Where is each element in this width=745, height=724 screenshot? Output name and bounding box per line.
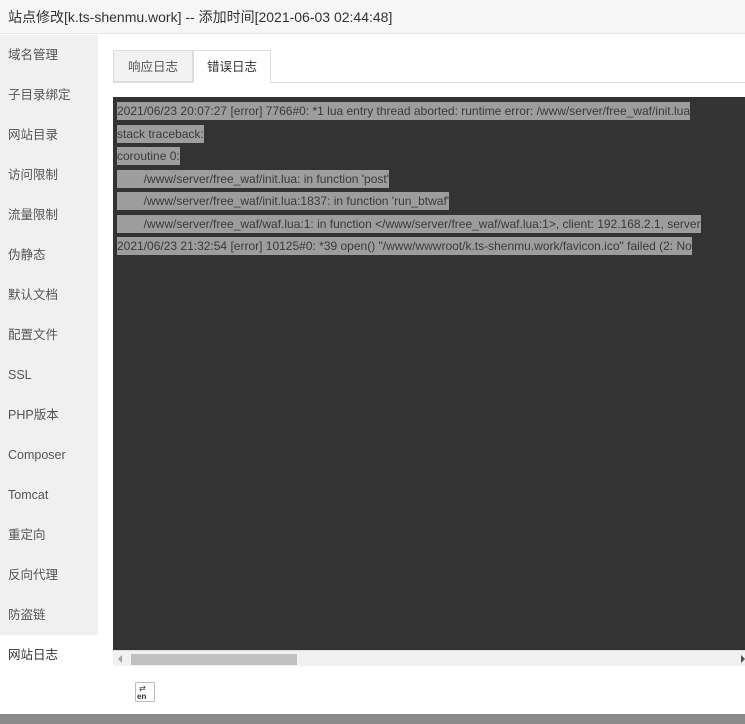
sidebar-item-ssl[interactable]: SSL xyxy=(0,355,98,395)
sidebar: 域名管理 子目录绑定 网站目录 访问限制 流量限制 伪静态 默认文档 配置文件 … xyxy=(0,35,98,675)
sidebar-item-hotlink-protection[interactable]: 防盗链 xyxy=(0,595,98,635)
sidebar-item-reverse-proxy[interactable]: 反向代理 xyxy=(0,555,98,595)
log-line: 2021/06/23 21:32:54 [error] 10125#0: *39… xyxy=(117,237,692,255)
log-line: 2021/06/23 20:07:27 [error] 7766#0: *1 l… xyxy=(117,102,690,120)
sidebar-item-access-restriction[interactable]: 访问限制 xyxy=(0,155,98,195)
scrollbar-thumb[interactable] xyxy=(131,654,297,665)
encoding-switch-button[interactable]: ⇄ en xyxy=(135,682,155,702)
sidebar-item-domain-management[interactable]: 域名管理 xyxy=(0,35,98,75)
error-log-viewer[interactable]: 2021/06/23 20:07:27 [error] 7766#0: *1 l… xyxy=(113,97,745,650)
tab-response-log[interactable]: 响应日志 xyxy=(113,50,193,82)
sidebar-item-site-directory[interactable]: 网站目录 xyxy=(0,115,98,155)
main-panel: 响应日志 错误日志 2021/06/23 20:07:27 [error] 77… xyxy=(98,35,745,675)
scroll-right-icon[interactable] xyxy=(741,655,745,663)
log-line: /www/server/free_waf/init.lua:1837: in f… xyxy=(117,192,450,210)
sidebar-item-subdirectory-binding[interactable]: 子目录绑定 xyxy=(0,75,98,115)
scroll-left-icon[interactable] xyxy=(118,655,122,663)
sidebar-item-redirect[interactable]: 重定向 xyxy=(0,515,98,555)
log-tabs: 响应日志 错误日志 xyxy=(113,50,745,83)
log-line: stack traceback: xyxy=(117,124,204,143)
encoding-label: en xyxy=(137,692,147,701)
tab-error-log[interactable]: 错误日志 xyxy=(193,50,271,83)
window-title: 站点修改[k.ts-shenmu.work] -- 添加时间[2021-06-0… xyxy=(8,9,393,25)
log-line: /www/server/free_waf/waf.lua:1: in funct… xyxy=(117,214,701,233)
sidebar-item-tomcat[interactable]: Tomcat xyxy=(0,475,98,515)
sidebar-item-default-document[interactable]: 默认文档 xyxy=(0,275,98,315)
log-line: coroutine 0: xyxy=(117,147,180,165)
sidebar-item-php-version[interactable]: PHP版本 xyxy=(0,395,98,435)
sidebar-item-url-rewrite[interactable]: 伪静态 xyxy=(0,235,98,275)
bottom-edge xyxy=(0,714,745,724)
sidebar-item-traffic-limit[interactable]: 流量限制 xyxy=(0,195,98,235)
sidebar-item-composer[interactable]: Composer xyxy=(0,435,98,475)
sidebar-item-site-logs[interactable]: 网站日志 xyxy=(0,635,98,675)
sidebar-item-config-file[interactable]: 配置文件 xyxy=(0,315,98,355)
window-titlebar: 站点修改[k.ts-shenmu.work] -- 添加时间[2021-06-0… xyxy=(0,0,745,34)
horizontal-scrollbar[interactable] xyxy=(113,650,745,666)
log-line: /www/server/free_waf/init.lua: in functi… xyxy=(117,169,390,188)
